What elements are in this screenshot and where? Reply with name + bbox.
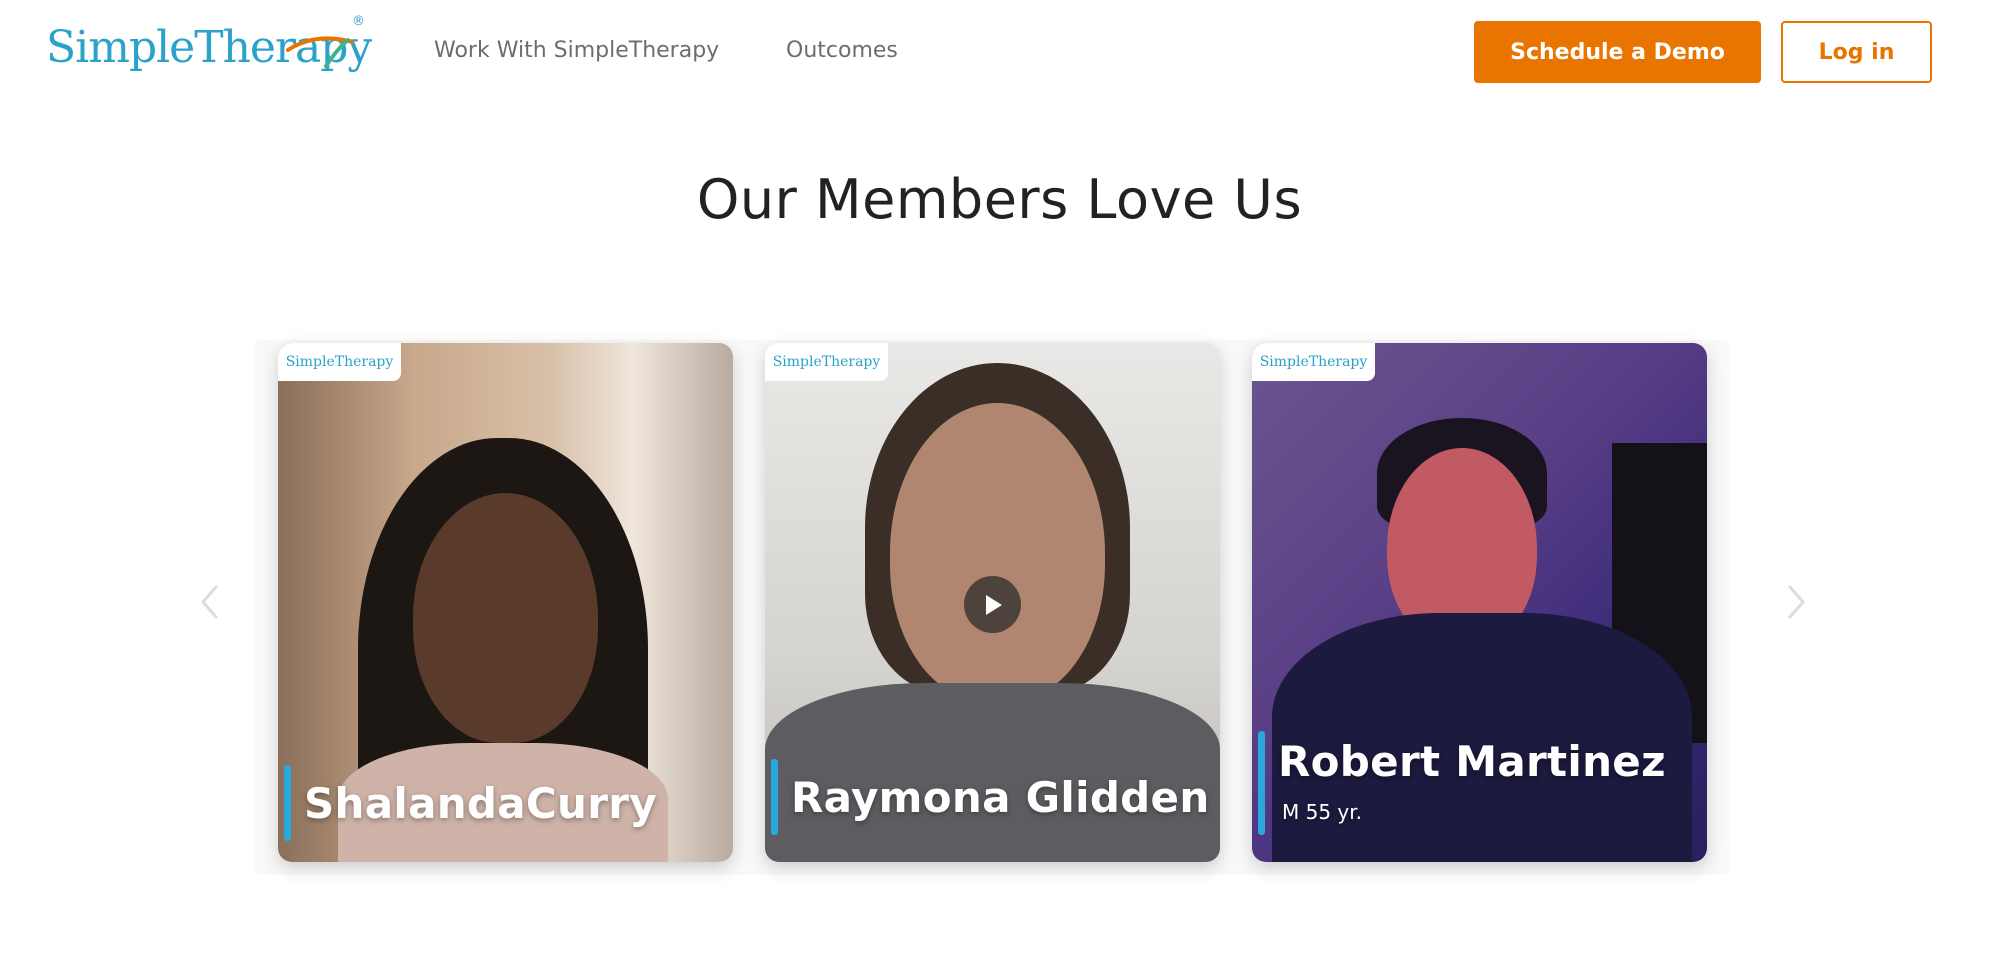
simpletherapy-badge: SimpleTherapy [278,343,401,381]
video-thumbnail-face [413,493,598,743]
simpletherapy-logo[interactable]: SimpleTherapy ® [46,14,372,73]
chevron-left-icon [201,585,218,619]
member-name: Raymona Glidden [791,773,1210,822]
member-name: Robert Martinez [1278,737,1666,786]
simpletherapy-badge: SimpleTherapy [1252,343,1375,381]
name-accent-bar [1258,731,1265,835]
login-button[interactable]: Log in [1781,21,1932,83]
carousel-prev-button[interactable] [194,582,224,622]
testimonial-card-robert[interactable]: SimpleTherapy Robert Martinez M 55 yr. [1252,343,1707,862]
logo-swoosh-icon [286,36,354,68]
testimonial-card-raymona[interactable]: SimpleTherapy Raymona Glidden [765,343,1220,862]
chevron-right-icon [1788,585,1805,619]
name-accent-bar [771,759,778,835]
member-meta: M 55 yr. [1282,800,1362,824]
member-name: ShalandaCurry [304,779,657,828]
site-header: SimpleTherapy ® Work With SimpleTherapy … [0,0,1999,106]
video-thumbnail-face [890,403,1105,703]
section-title: Our Members Love Us [696,168,1303,231]
nav-work-with-simpletherapy[interactable]: Work With SimpleTherapy [434,38,719,63]
carousel-next-button[interactable] [1782,582,1812,622]
simpletherapy-badge: SimpleTherapy [765,343,888,381]
name-accent-bar [284,765,291,841]
schedule-demo-button[interactable]: Schedule a Demo [1474,21,1761,83]
logo-text-simple: Simple [46,22,195,73]
testimonial-card-shalanda[interactable]: SimpleTherapy ShalandaCurry [278,343,733,862]
nav-outcomes[interactable]: Outcomes [786,38,898,63]
play-button[interactable] [964,576,1021,633]
play-icon [985,594,1002,615]
registered-mark: ® [352,14,365,29]
